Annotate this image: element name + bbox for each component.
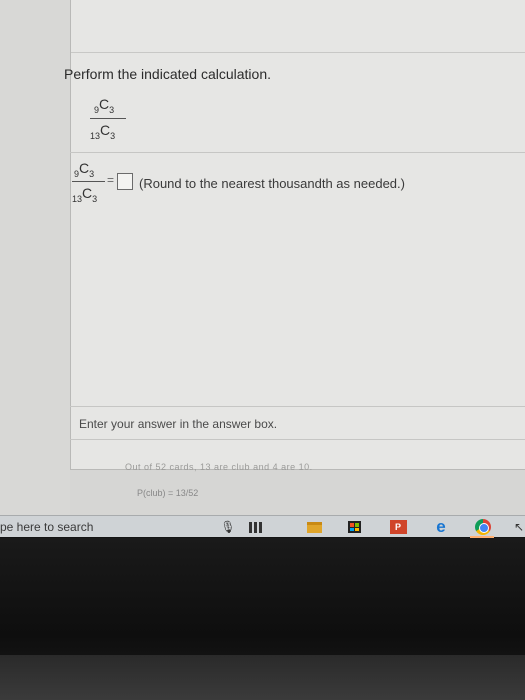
store-icon[interactable] [347, 519, 362, 535]
fraction-numerator: 9C3 [74, 160, 95, 179]
rounding-note: (Round to the nearest thousandth as need… [139, 176, 405, 191]
fraction-numerator: 9C3 [94, 96, 115, 115]
desk-edge [0, 655, 525, 700]
chrome-icon[interactable] [474, 519, 492, 535]
file-explorer-icon[interactable] [306, 519, 322, 535]
instruction-bar: Enter your answer in the answer box. [70, 406, 525, 440]
fraction-bar [72, 181, 105, 182]
taskbar-search[interactable]: pe here to search [0, 520, 93, 534]
fraction-bar [90, 118, 126, 119]
task-view-icon[interactable] [247, 519, 263, 535]
microphone-icon[interactable]: 🎙 [220, 519, 235, 535]
fraction-denominator: 13C3 [72, 185, 98, 204]
arrow-icon[interactable]: ↖ [513, 519, 525, 535]
answer-input[interactable] [117, 173, 133, 190]
display-fraction: 9C3 13C3 [90, 96, 130, 144]
equals-sign: = [107, 173, 115, 187]
answer-fraction: 9C3 13C3 [72, 160, 108, 208]
panel-top-divider [71, 52, 525, 53]
question-prompt: Perform the indicated calculation. [64, 66, 271, 82]
section-divider [70, 152, 525, 153]
left-margin-area [0, 0, 70, 515]
instruction-text: Enter your answer in the answer box. [79, 417, 278, 431]
monitor-screen: Perform the indicated calculation. 9C3 1… [0, 0, 525, 515]
partial-hint-text: Out of 52 cards, 13 are club and 4 are 1… [125, 462, 313, 472]
probability-hint: P(club) = 13/52 [137, 488, 199, 498]
edge-icon[interactable]: e [433, 518, 449, 535]
fraction-denominator: 13C3 [90, 122, 116, 141]
powerpoint-icon[interactable]: P [389, 519, 407, 535]
windows-taskbar: pe here to search 🎙 P e ↖ [0, 515, 525, 538]
